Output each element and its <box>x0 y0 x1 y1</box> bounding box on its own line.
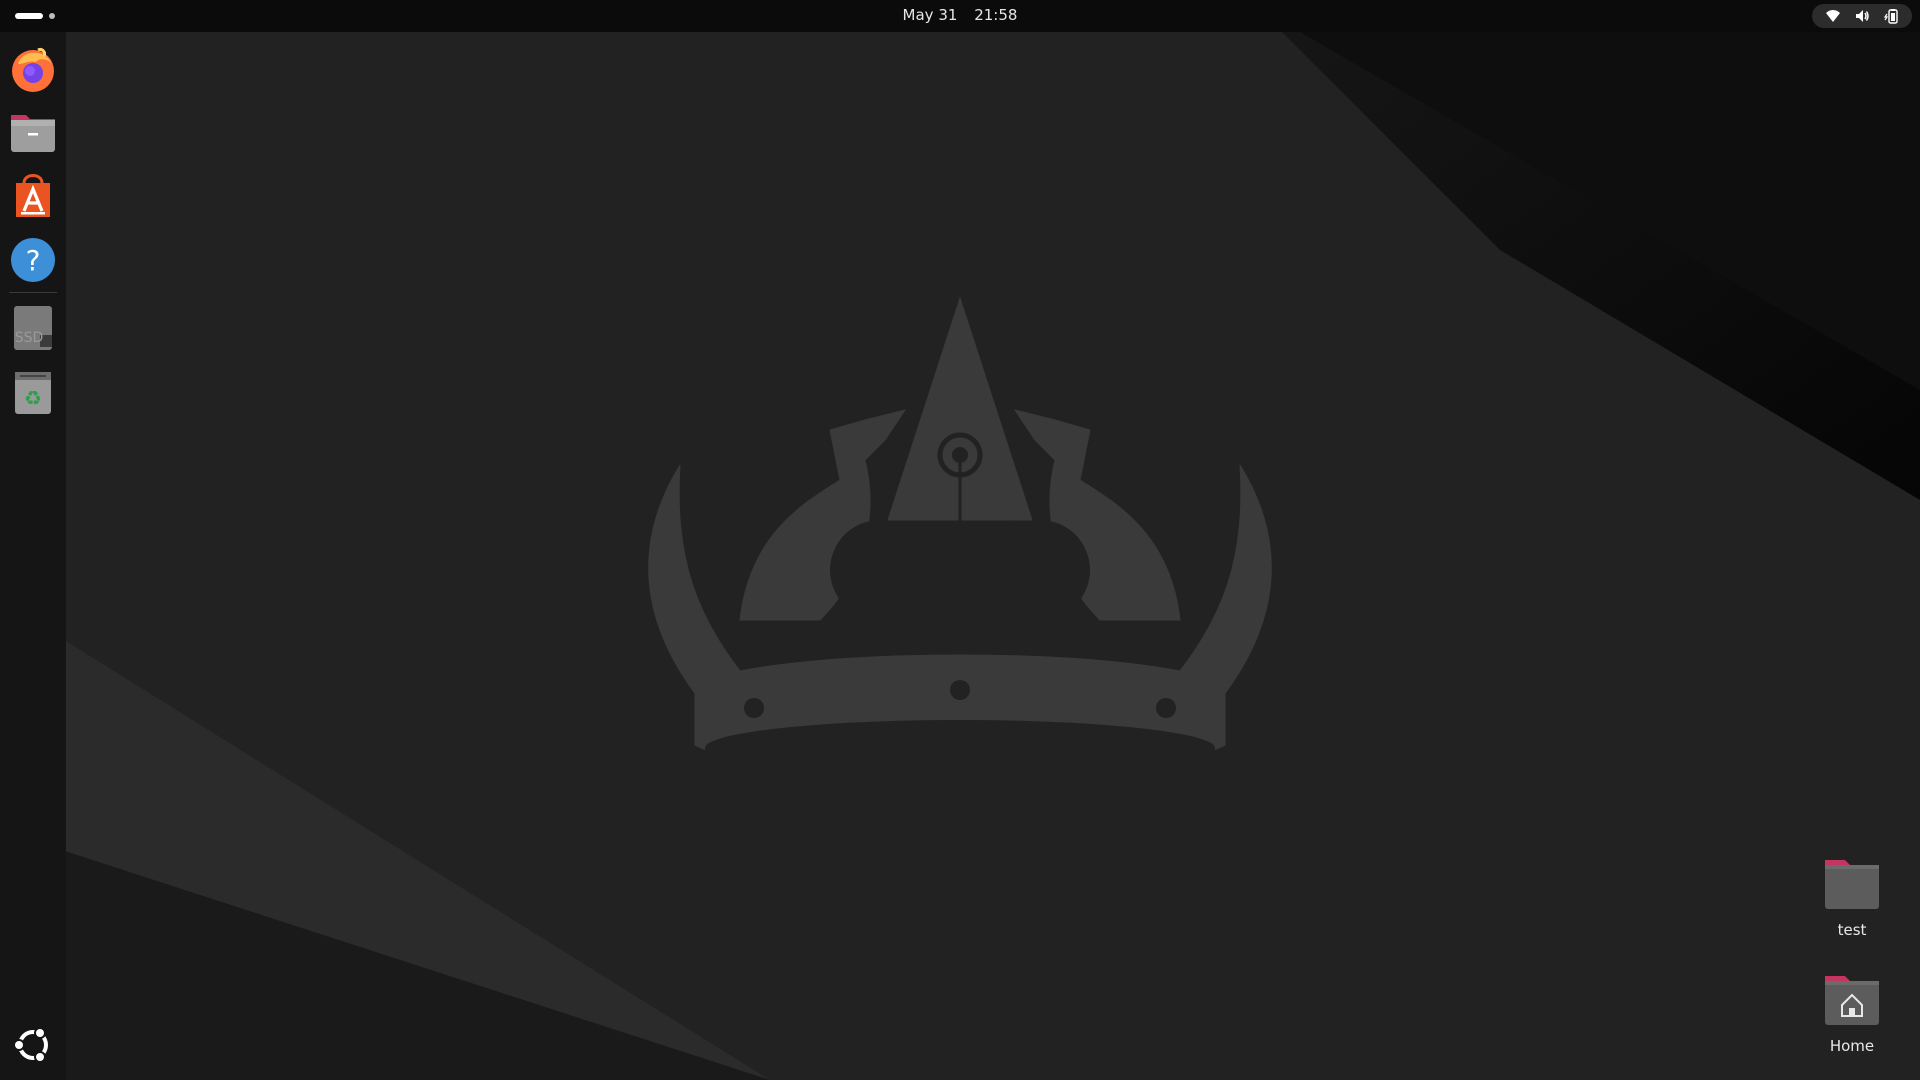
clock-time: 21:58 <box>974 6 1018 24</box>
dock-item-show-apps[interactable] <box>8 1020 58 1070</box>
workspace-indicator-inactive <box>49 13 55 19</box>
desktop-icon-label: test <box>1837 921 1867 939</box>
desktop[interactable]: May 31 21:58 ? SSD ♻ test Home <box>0 0 1920 1080</box>
dock-item-files[interactable] <box>8 107 58 157</box>
desktop-icon-home[interactable]: Home <box>1802 973 1902 1055</box>
app-center-icon <box>16 174 50 217</box>
wallpaper-crown-logo <box>648 296 1272 776</box>
dock-separator <box>9 292 57 293</box>
help-icon: ? <box>11 238 55 282</box>
folder-icon <box>1825 860 1879 909</box>
clock-button[interactable]: May 31 21:58 <box>891 6 1030 24</box>
files-folder-icon <box>11 115 55 152</box>
volume-icon <box>1856 10 1869 22</box>
system-menu-button[interactable] <box>1812 4 1912 28</box>
wifi-icon <box>1826 10 1840 22</box>
svg-text:♻: ♻ <box>24 386 42 410</box>
firefox-icon <box>12 48 54 92</box>
workspace-indicator-active <box>15 13 43 19</box>
clock-date: May 31 <box>902 6 958 24</box>
battery-icon <box>1884 9 1898 24</box>
dock-item-disk[interactable]: SSD <box>8 303 58 353</box>
svg-text:?: ? <box>26 244 41 277</box>
ssd-drive-icon: SSD <box>14 306 52 350</box>
desktop-icon-test[interactable]: test <box>1802 857 1902 939</box>
dock-item-firefox[interactable] <box>8 44 58 94</box>
ubuntu-logo-icon <box>13 1027 48 1063</box>
dock: ? SSD ♻ <box>0 32 66 1080</box>
top-bar: May 31 21:58 <box>0 0 1920 32</box>
ssd-drive-label: SSD <box>15 330 44 346</box>
dock-item-app-center[interactable] <box>8 171 58 221</box>
activities-button[interactable] <box>8 0 64 32</box>
dock-item-help[interactable]: ? <box>8 235 58 285</box>
desktop-icon-label: Home <box>1829 1037 1875 1055</box>
dock-item-trash[interactable]: ♻ <box>8 367 58 417</box>
trash-icon: ♻ <box>15 372 51 414</box>
home-folder-icon <box>1825 976 1879 1025</box>
